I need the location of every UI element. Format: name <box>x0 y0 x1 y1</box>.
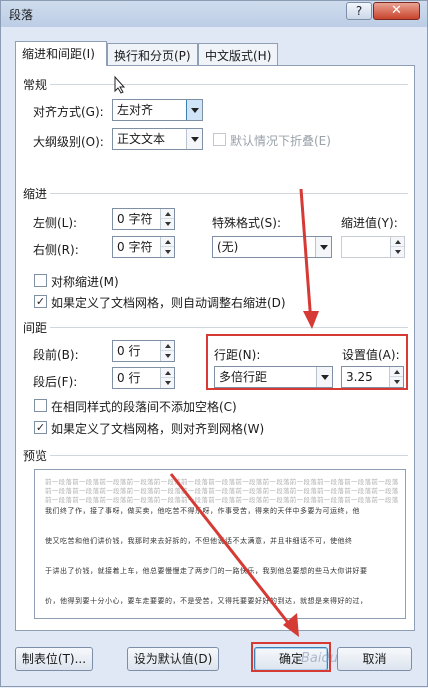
tab-indents-spacing[interactable]: 缩进和间距(I) <box>15 41 107 66</box>
annotation-arrows <box>169 188 319 637</box>
watermark: Baidu <box>301 651 338 666</box>
mouse-pointer-icon <box>114 76 126 94</box>
paragraph-dialog: 段落 ? ✕ 缩进和间距(I) 换行和分页(P) 中文版式(H) 常规 对齐方式… <box>0 0 428 687</box>
